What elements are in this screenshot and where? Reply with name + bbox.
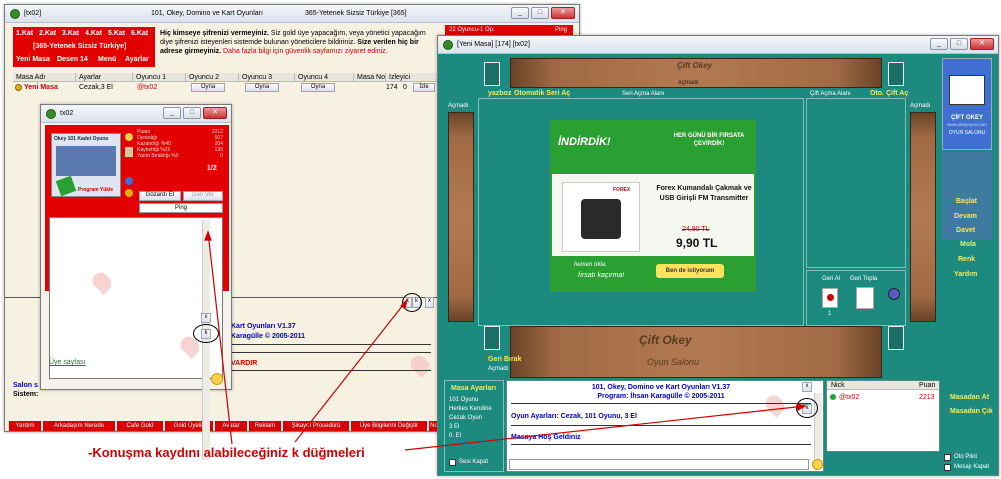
annotation-arrowhead bbox=[399, 298, 409, 309]
annotation-arrowhead bbox=[204, 230, 212, 241]
annotation-caption: -Konuşma kaydını alabileceğiniz k düğmel… bbox=[88, 445, 365, 460]
annotation-arrow-lobby bbox=[294, 299, 408, 443]
annotation-arrows bbox=[204, 230, 807, 451]
annotation-arrow-profile bbox=[207, 231, 233, 445]
annotation-arrow-game bbox=[404, 405, 806, 451]
annotation-arrowhead bbox=[796, 403, 807, 411]
